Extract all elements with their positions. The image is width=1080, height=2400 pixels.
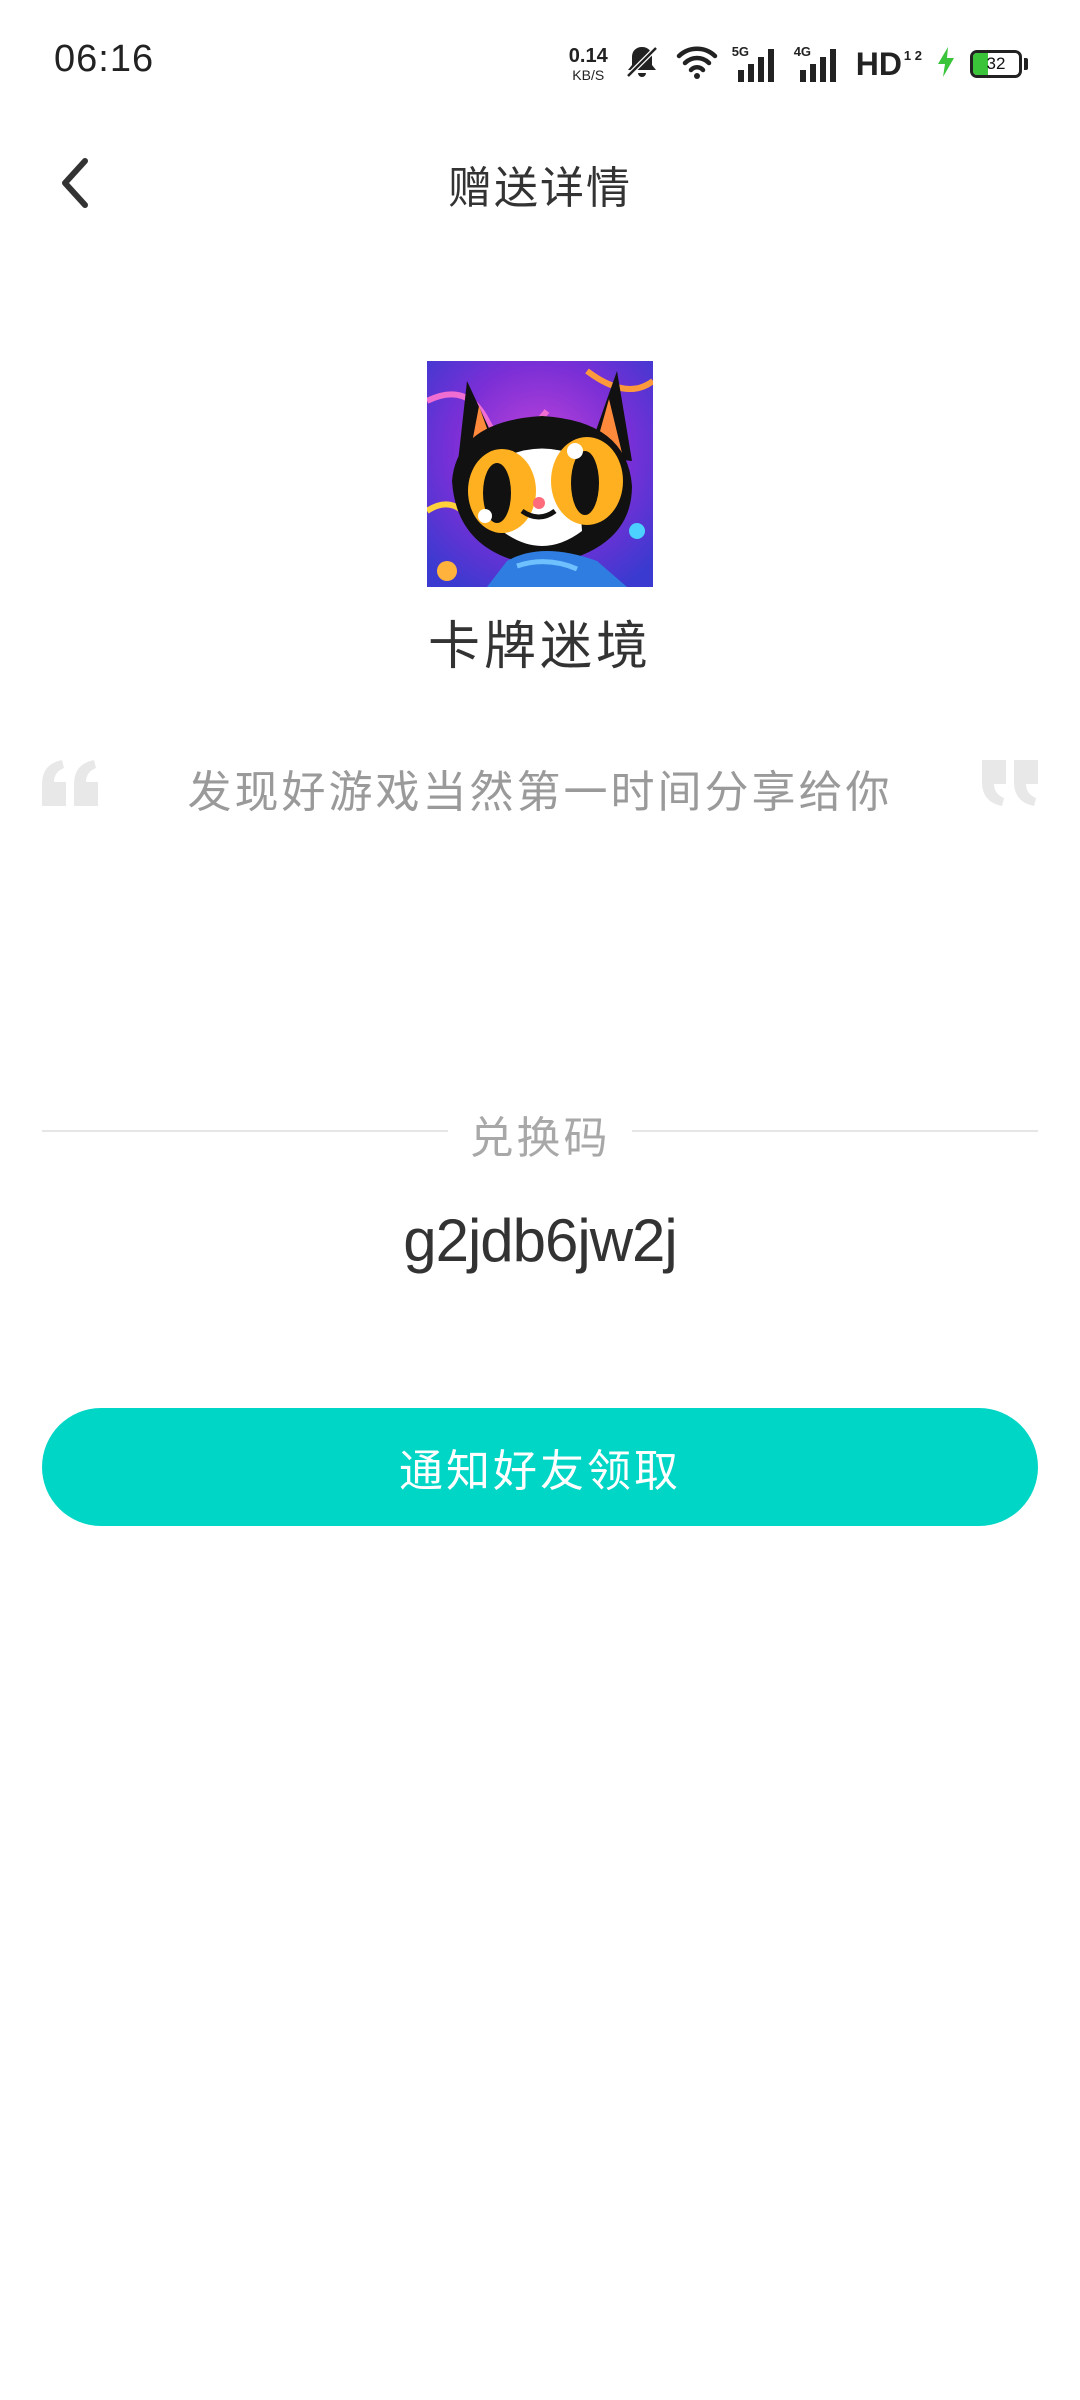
battery-cap xyxy=(1024,58,1028,70)
cat-art-game-icon xyxy=(427,361,653,587)
quote-close-icon xyxy=(980,758,1040,808)
divider-right xyxy=(632,1130,1038,1132)
quote-text: 发现好游戏当然第一时间分享给你 xyxy=(187,767,893,818)
redeem-label: 兑换码 xyxy=(469,1113,611,1164)
hd-label: HD xyxy=(855,45,902,82)
charging-icon xyxy=(936,46,956,82)
status-icons: 0.14 KB/S 5G 4G HD 1 2 32 xyxy=(569,36,1028,92)
battery-level: 32 xyxy=(986,54,1006,73)
signal-4g-icon: 4G xyxy=(794,44,842,84)
redeem-code[interactable]: g2jdb6jw2j xyxy=(0,1206,1080,1275)
status-bar: 06:16 0.14 KB/S 5G 4G HD 1 2 32 xyxy=(0,0,1080,120)
gift-details-page: 06:16 0.14 KB/S 5G 4G HD 1 2 32 赠送详情 卡牌迷… xyxy=(0,0,1080,2400)
notify-friend-button[interactable]: 通知好友领取 xyxy=(42,1408,1038,1526)
status-time: 06:16 xyxy=(54,38,155,80)
network-speed: 0.14 KB/S xyxy=(569,46,608,82)
page-title: 赠送详情 xyxy=(448,163,632,214)
signal-5g-icon: 5G xyxy=(732,44,780,84)
battery-icon: 32 xyxy=(970,50,1022,78)
wifi-icon xyxy=(676,44,718,84)
hd-sub: 1 2 xyxy=(903,47,922,63)
mute-bell-icon xyxy=(622,42,662,86)
network-speed-value: 0.14 xyxy=(568,45,608,67)
game-name: 卡牌迷境 xyxy=(427,617,652,677)
network-speed-unit: KB/S xyxy=(572,67,605,83)
header: 赠送详情 xyxy=(0,130,1080,240)
hd-icon: HD 1 2 xyxy=(856,46,922,83)
